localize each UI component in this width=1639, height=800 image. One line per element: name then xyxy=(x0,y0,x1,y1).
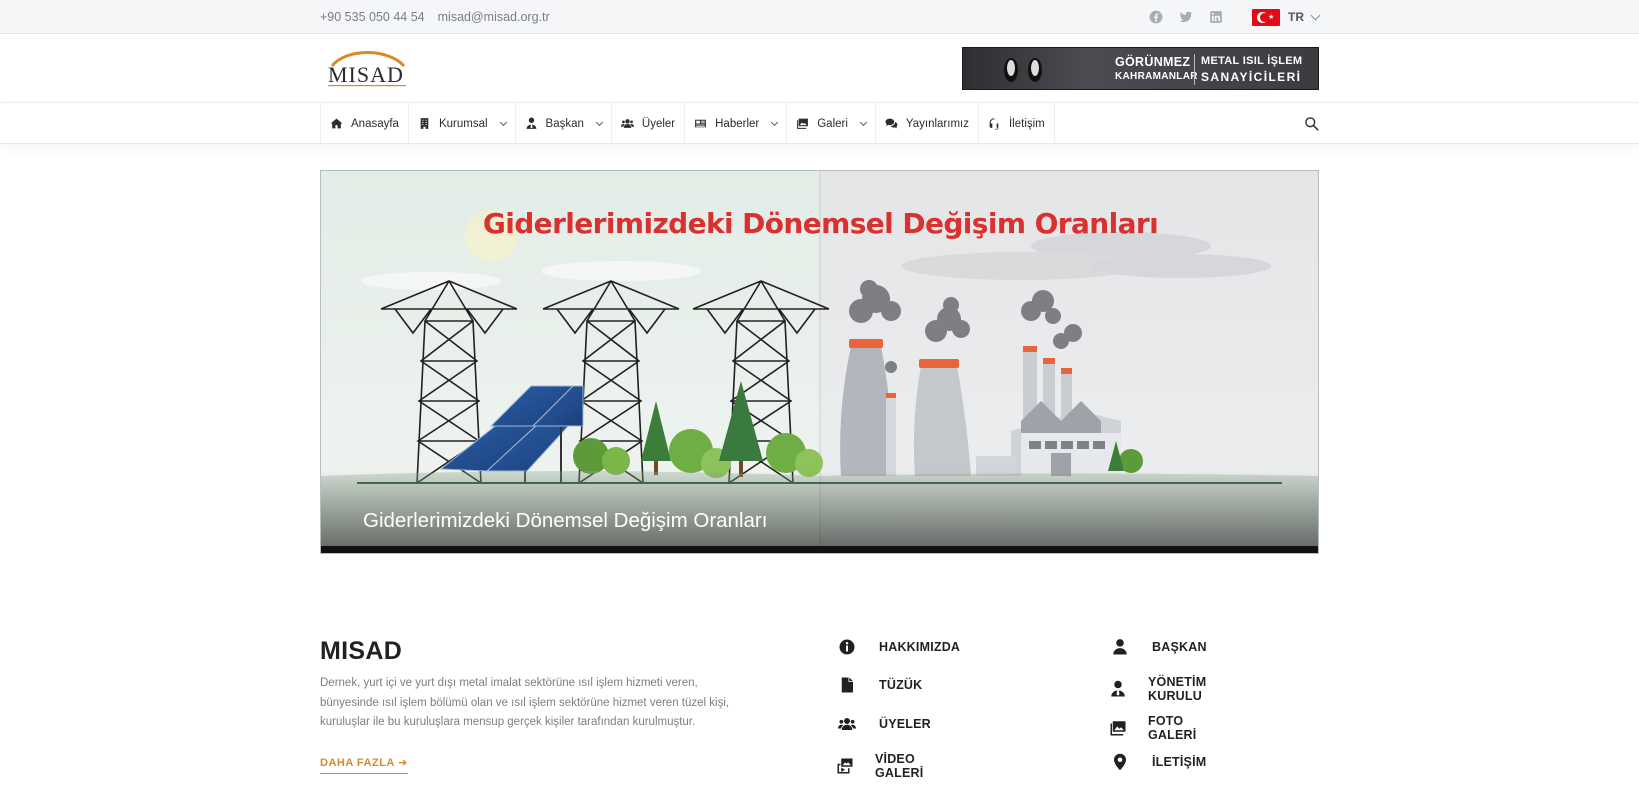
quick-link-label: İLETİŞİM xyxy=(1152,755,1207,769)
banner-line-2: KAHRAMANLAR xyxy=(1115,71,1198,82)
social-links xyxy=(1148,9,1224,25)
nav-label: Başkan xyxy=(545,117,584,130)
newspaper-icon xyxy=(695,119,707,128)
chevron-down-icon xyxy=(771,118,779,126)
headset-icon xyxy=(989,118,999,130)
nav-item-iletisim[interactable]: İletişim xyxy=(979,103,1055,144)
hero-title: Giderlerimizdeki Dönemsel Değişim Oranla… xyxy=(482,207,1159,240)
nav-label: Anasayfa xyxy=(351,117,399,130)
hero-caption[interactable]: Giderlerimizdeki Dönemsel Değişim Oranla… xyxy=(363,509,767,533)
facebook-icon[interactable] xyxy=(1148,9,1164,25)
photo-video-icon xyxy=(836,756,854,776)
images-icon xyxy=(797,118,809,129)
quick-link-label: FOTO GALERİ xyxy=(1148,714,1197,742)
quick-link-label: TÜZÜK xyxy=(879,678,923,692)
quick-link-label: HAKKIMIZDA xyxy=(879,640,961,654)
email-link[interactable]: misad@misad.org.tr xyxy=(438,10,550,24)
nav-item-anasayfa[interactable]: Anasayfa xyxy=(321,103,409,144)
quick-link-yonetim-kurulu[interactable]: YÖNETİM KURULU xyxy=(1109,675,1210,703)
shoes-illustration xyxy=(1004,58,1042,82)
banner-line-4: SANAYİCİLERİ xyxy=(1201,70,1302,84)
twitter-icon[interactable] xyxy=(1178,9,1194,25)
nav-item-haberler[interactable]: Haberler xyxy=(685,103,788,144)
nav-item-uyeler[interactable]: Üyeler xyxy=(612,103,686,144)
map-marker-icon xyxy=(1109,752,1131,772)
quick-link-baskan[interactable]: BAŞKAN xyxy=(1109,637,1207,657)
chevron-down-icon xyxy=(1310,10,1321,20)
comments-icon xyxy=(885,118,898,129)
read-more-link[interactable]: DAHA FAZLA ➜ xyxy=(320,756,408,774)
user-tie-icon xyxy=(1109,679,1127,699)
banner-line-3: METAL ISIL İŞLEM xyxy=(1201,55,1303,67)
nav-label: İletişim xyxy=(1008,117,1045,130)
nav-label: Kurumsal xyxy=(438,117,488,130)
nav-label: Galeri xyxy=(817,117,848,130)
user-tie-icon xyxy=(526,117,536,129)
phone-link[interactable]: +90 535 050 44 54 xyxy=(320,10,425,24)
about-text: Dernek, yurt içi ve yurt dışı metal imal… xyxy=(320,677,730,728)
contact-info: +90 535 050 44 54 misad@misad.org.tr xyxy=(320,10,550,24)
nav-item-galeri[interactable]: Galeri xyxy=(787,103,876,144)
home-icon xyxy=(330,118,343,129)
svg-text:MISAD: MISAD xyxy=(328,62,404,87)
users-icon xyxy=(620,119,634,128)
building-icon xyxy=(420,118,429,129)
quick-link-tuzuk[interactable]: TÜZÜK xyxy=(836,675,922,695)
about-title: MISAD xyxy=(320,637,403,665)
nav-item-yayinlarimiz[interactable]: Yayınlarımız xyxy=(876,103,979,144)
search-icon[interactable] xyxy=(1304,116,1319,131)
quick-link-label: YÖNETİM KURULU xyxy=(1148,675,1207,703)
promo-banner[interactable]: GÖRÜNMEZ KAHRAMANLAR METAL ISIL İŞLEM SA… xyxy=(962,47,1319,90)
hero-slider[interactable]: Giderlerimizdeki Dönemsel Değişim Oranla… xyxy=(320,170,1319,554)
main-nav: Anasayfa Kurumsal Başkan Üyeler Haberler… xyxy=(0,103,1639,144)
quick-link-hakkimizda[interactable]: HAKKIMIZDA xyxy=(836,637,960,657)
nav-label: Haberler xyxy=(715,117,760,130)
quick-link-uyeler[interactable]: ÜYELER xyxy=(836,714,931,734)
slider-progress-bar xyxy=(321,546,1318,553)
quick-link-iletisim[interactable]: İLETİŞİM xyxy=(1109,752,1206,772)
user-icon xyxy=(1109,637,1131,657)
chevron-down-icon xyxy=(859,118,867,126)
nav-label: Yayınlarımız xyxy=(905,117,969,130)
banner-line-1: GÖRÜNMEZ xyxy=(1115,55,1191,69)
quick-link-label: ÜYELER xyxy=(879,717,931,731)
language-label: TR xyxy=(1288,10,1304,24)
chevron-down-icon xyxy=(595,118,603,126)
site-header: MISAD GÖRÜNMEZ KAHRAMANLAR METAL ISIL İŞ… xyxy=(0,34,1639,103)
quick-link-label: VİDEO GALERİ xyxy=(875,752,924,780)
images-icon xyxy=(1109,718,1127,738)
info-circle-icon xyxy=(836,637,858,657)
quick-link-video-galeri[interactable]: VİDEO GALERİ xyxy=(836,752,927,780)
nav-label: Üyeler xyxy=(641,117,676,130)
chevron-down-icon xyxy=(499,118,507,126)
nav-item-baskan[interactable]: Başkan xyxy=(516,103,612,144)
turkey-flag-icon: ★ xyxy=(1252,8,1280,26)
quick-link-foto-galeri[interactable]: FOTO GALERİ xyxy=(1109,714,1200,742)
file-icon xyxy=(836,675,858,695)
language-selector[interactable]: ★ TR xyxy=(1252,8,1321,26)
users-icon xyxy=(836,714,858,734)
linkedin-icon[interactable] xyxy=(1208,9,1224,25)
misad-logo[interactable]: MISAD xyxy=(326,46,408,90)
nav-item-kurumsal[interactable]: Kurumsal xyxy=(409,103,516,144)
top-bar: +90 535 050 44 54 misad@misad.org.tr ★ T… xyxy=(0,0,1639,34)
quick-link-label: BAŞKAN xyxy=(1152,640,1207,654)
